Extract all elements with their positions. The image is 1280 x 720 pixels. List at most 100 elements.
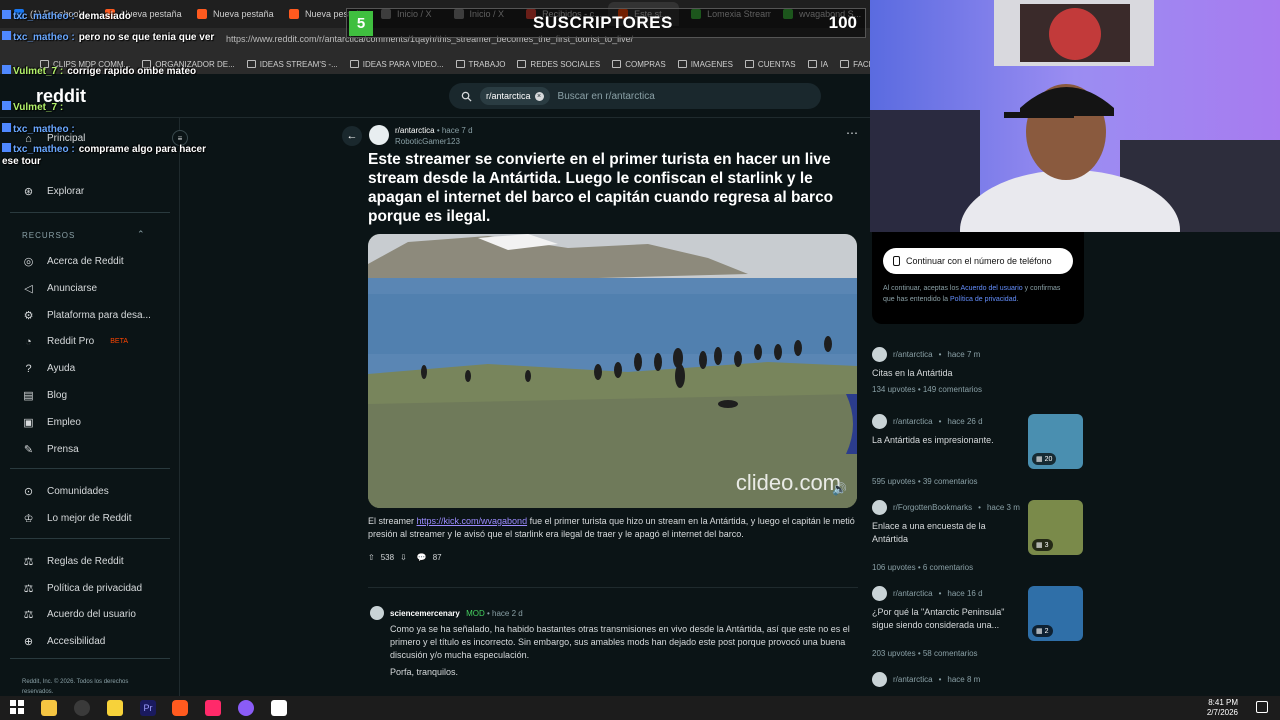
more-options-icon[interactable]: ⋯ <box>846 126 858 140</box>
related-thumbnail[interactable]: ▦ 2 <box>1028 586 1083 641</box>
agreement-icon: ⚖ <box>23 609 34 622</box>
subreddit-avatar[interactable] <box>369 125 389 145</box>
commenter-avatar[interactable] <box>370 606 384 620</box>
sidebar-item[interactable]: ? Ayuda <box>22 362 75 375</box>
related-subreddit[interactable]: r/antarctica <box>893 350 933 359</box>
obs-icon[interactable] <box>238 700 254 716</box>
folder-icon <box>246 60 256 68</box>
related-subreddit[interactable]: r/antarctica <box>893 589 933 598</box>
folder-icon <box>612 60 622 68</box>
close-icon[interactable]: × <box>534 91 544 101</box>
related-subreddit[interactable]: r/antarctica <box>893 675 933 684</box>
taskbar-clock[interactable]: 8:41 PM 2/7/2026 <box>1207 698 1238 718</box>
sidebar-item[interactable]: ⚖ Acuerdo del usuario <box>22 608 136 621</box>
divider <box>10 468 170 469</box>
subreddit-link[interactable]: r/antarctica <box>395 126 435 135</box>
related-title[interactable]: La Antártida es impresionante. <box>872 434 1020 447</box>
user-agreement-link[interactable]: Acuerdo del usuario <box>960 285 1022 292</box>
related-title[interactable]: ¿Por qué la "Antarctic Peninsula" sigue … <box>872 606 1020 632</box>
related-subreddit[interactable]: r/antarctica <box>893 417 933 426</box>
bookmark-item[interactable]: IMAGENES <box>677 59 733 69</box>
bookmark-label: IDEAS STREAM'S -... <box>259 59 338 69</box>
volume-icon[interactable]: 🔊 <box>832 482 847 496</box>
comment-icon[interactable]: 💬 <box>417 553 427 562</box>
sidebar-item[interactable]: ⊙ Comunidades <box>22 485 109 498</box>
sidebar-item[interactable]: ▣ Empleo <box>22 416 81 429</box>
search-subreddit-chip[interactable]: r/antarctica × <box>480 87 550 105</box>
bookmark-item[interactable]: COMPRAS <box>612 60 666 69</box>
sidebar-item[interactable]: ⚖ Reglas de Reddit <box>22 555 124 568</box>
downvote-icon[interactable]: ⇩ <box>400 553 407 562</box>
related-thumbnail[interactable]: ▦ 3 <box>1028 500 1083 555</box>
bookmark-item[interactable]: REDES SOCIALES <box>517 60 600 69</box>
back-button[interactable]: ← <box>342 126 362 146</box>
sidebar-item[interactable]: ⊛ Explorar <box>22 185 84 198</box>
chat-badge-icon <box>2 123 11 132</box>
document-icon[interactable] <box>271 700 287 716</box>
bookmark-item[interactable]: FACEBO... <box>840 60 870 69</box>
post-body: El streamer https://kick.com/wvagabond f… <box>368 515 858 541</box>
commenter-name[interactable]: sciencemercenary <box>390 609 460 618</box>
bookmark-item[interactable]: IDEAS PARA VIDEO... <box>349 59 444 69</box>
related-stats: 134 upvotes • 149 comentarios <box>872 385 982 394</box>
related-subreddit[interactable]: r/ForgottenBookmarks <box>893 503 972 512</box>
gallery-count-badge: ▦ 3 <box>1032 539 1053 551</box>
sidebar-item-label: Política de privacidad <box>47 582 143 594</box>
sidebar-item[interactable]: ◁ Anunciarse <box>22 282 97 295</box>
phone-login-button[interactable]: Continuar con el número de teléfono <box>883 248 1073 274</box>
webcam-feed <box>870 0 1280 232</box>
sidebar-item[interactable]: ◔ Reddit Pro BETA <box>22 335 128 348</box>
related-time: hace 16 d <box>947 589 983 598</box>
sidebar-item-label: Reglas de Reddit <box>47 556 124 567</box>
sidebar-item[interactable]: ⚙ Plataforma para desa... <box>22 309 151 322</box>
chat-message: txc_matheo : pero no se que tenia que ver <box>2 31 217 44</box>
resources-label[interactable]: RECURSOS <box>22 231 75 240</box>
bookmark-item[interactable]: IDEAS STREAM'S -... <box>246 59 338 69</box>
kick-link[interactable]: https://kick.com/wvagabond <box>417 516 528 526</box>
related-title[interactable]: Enlace a una encuesta de la Antártida <box>872 520 1020 546</box>
tab-label: Nueva pestaña <box>213 9 274 19</box>
bookmark-label: IDEAS PARA VIDEO... <box>362 59 444 69</box>
sidebar-item[interactable]: ✎ Prensa <box>22 443 79 456</box>
brave-icon[interactable] <box>172 700 188 716</box>
related-stats: 106 upvotes • 6 comentarios <box>872 563 973 572</box>
chat-message: txc_matheo : demasiado <box>2 10 217 23</box>
file-explorer-icon[interactable] <box>41 700 57 716</box>
chat-text: demasiado <box>78 11 131 22</box>
upvote-icon[interactable]: ⇧ <box>368 553 375 562</box>
search-bar[interactable]: r/antarctica × Buscar en r/antarctica <box>449 83 821 109</box>
chat-message: txc_matheo : <box>2 123 217 136</box>
post-meta: r/antarctica • hace 7 d <box>395 126 473 135</box>
related-thumbnail[interactable]: ▦ 20 <box>1028 414 1083 469</box>
phone-login-label: Continuar con el número de teléfono <box>906 256 1052 266</box>
premiere-icon[interactable]: Pr <box>140 700 156 716</box>
sidebar-item-label: Blog <box>47 390 68 401</box>
bookmark-item[interactable]: TRABAJO <box>455 60 505 69</box>
privacy-policy-link[interactable]: Política de privacidad <box>950 296 1017 303</box>
chevron-up-icon[interactable]: ⌃ <box>137 229 145 240</box>
notes-icon[interactable] <box>107 700 123 716</box>
post-video[interactable]: clideo.com 🔊 <box>368 234 857 508</box>
sidebar-item[interactable]: ◎ Acerca de Reddit <box>22 255 124 268</box>
search-input[interactable]: Buscar en r/antarctica <box>558 91 655 102</box>
sidebar-item[interactable]: ⚖ Política de privacidad <box>22 582 143 595</box>
app-icon[interactable] <box>74 700 90 716</box>
chat-message: Vulmet_7 : corrige rapido ombe mateo <box>2 65 217 78</box>
sidebar-item-label: Acuerdo del usuario <box>47 609 136 621</box>
accessibility-icon: ⊕ <box>23 636 34 649</box>
bookmark-item[interactable]: IA <box>807 60 828 69</box>
post-author[interactable]: RoboticGamer123 <box>395 137 460 146</box>
tiktok-icon[interactable] <box>205 700 221 716</box>
bookmark-item[interactable]: CUENTAS <box>744 60 796 69</box>
chat-text: corrige rapido ombe mateo <box>67 66 197 77</box>
windows-start-icon[interactable] <box>10 700 26 716</box>
sidebar-item[interactable]: ▤ Blog <box>22 389 67 402</box>
notification-icon[interactable] <box>1256 701 1268 713</box>
sidebar-item[interactable]: ♔ Lo mejor de Reddit <box>22 512 132 525</box>
trophy-icon: ♔ <box>23 513 34 525</box>
related-title[interactable]: Citas en la Antártida <box>872 367 1020 380</box>
sidebar-item[interactable]: ⊕ Accesibilidad <box>22 635 105 648</box>
bookmark-label: IMAGENES <box>690 59 733 69</box>
chat-badge-icon <box>2 65 11 74</box>
post-title: Este streamer se convierte en el primer … <box>368 151 834 225</box>
